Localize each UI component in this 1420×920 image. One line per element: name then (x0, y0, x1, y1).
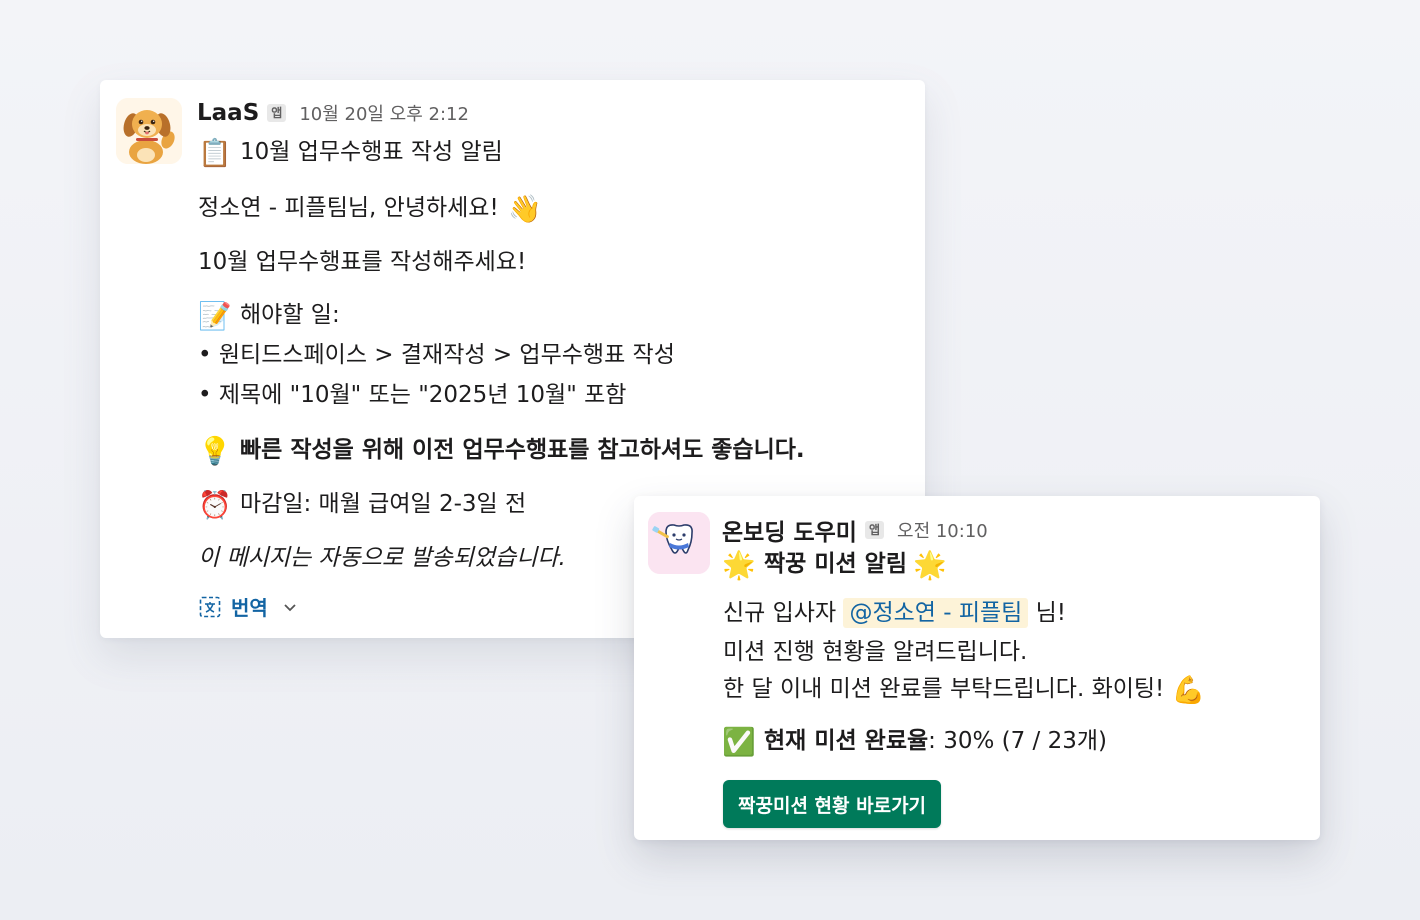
request-line: 한 달 이내 미션 완료를 부탁드립니다. 화이팅! 💪 (723, 674, 1206, 706)
check-mark-icon: ✅ (722, 727, 756, 758)
laas-avatar[interactable] (116, 98, 182, 164)
deadline-line: ⏰ 마감일: 매월 급여일 2-3일 전 (198, 489, 526, 521)
message-timestamp[interactable]: 10월 20일 오후 2:12 (299, 100, 469, 126)
message-title: 📋 10월 업무수행표 작성 알림 (198, 137, 503, 169)
greeting-text: 정소연 - 피플팀님, 안녕하세요! (198, 195, 499, 221)
message-card-onboarding: 온보딩 도우미 앱 오전 10:10 🌟 짝꿍 미션 알림 🌟 신규 입사자 @정소… (634, 496, 1320, 840)
tip-line: 💡 빠른 작성을 위해 이전 업무수행표를 참고하셔도 좋습니다. (198, 435, 805, 467)
greeting-line: 정소연 - 피플팀님, 안녕하세요! 👋 (198, 193, 542, 225)
auto-sent-note: 이 메시지는 자동으로 발송되었습니다. (198, 545, 566, 571)
sender-name[interactable]: 온보딩 도우미 (722, 513, 857, 547)
intro-prefix: 신규 입사자 (723, 600, 837, 626)
user-mention[interactable]: @정소연 - 피플팀 (843, 598, 1029, 628)
tooth-mascot-icon (648, 512, 710, 574)
alarm-clock-icon: ⏰ (198, 490, 232, 521)
memo-icon: 📝 (198, 301, 232, 332)
title-text: 짝꿍 미션 알림 (764, 551, 907, 577)
translate-label: 번역 (231, 596, 268, 620)
star-icon: 🌟 (913, 550, 947, 581)
status-value: : 30% (7 / 23개) (928, 728, 1108, 754)
clipboard-icon: 📋 (198, 138, 232, 169)
todo-label-line: 📝 해야할 일: (198, 300, 340, 332)
deadline-text: 마감일: 매월 급여일 2-3일 전 (240, 491, 527, 517)
request-text: 한 달 이내 미션 완료를 부탁드립니다. 화이팅! (723, 676, 1165, 702)
app-badge: 앱 (267, 104, 287, 122)
request-line: 10월 업무수행표를 작성해주세요! (198, 249, 527, 275)
status-label: 현재 미션 완료율 (764, 728, 929, 754)
mission-status-button[interactable]: 짝꿍미션 현황 바로가기 (723, 780, 942, 828)
translate-icon (199, 596, 221, 617)
message-header: 온보딩 도우미 앱 오전 10:10 (722, 513, 988, 547)
todo-label: 해야할 일: (240, 302, 340, 328)
waving-hand-icon: 👋 (508, 194, 542, 225)
message-header: LaaS 앱 10월 20일 오후 2:12 (197, 100, 469, 126)
flexed-biceps-icon: 💪 (1171, 675, 1206, 706)
light-bulb-icon: 💡 (198, 436, 232, 467)
intro-line: 신규 입사자 @정소연 - 피플팀 님! (723, 598, 1066, 628)
status-line: ✅ 현재 미션 완료율: 30% (7 / 23개) (722, 726, 1107, 758)
intro-suffix: 님! (1035, 600, 1067, 626)
todo-bullet-2: • 제목에 "10월" 또는 "2025년 10월" 포함 (198, 382, 627, 408)
translate-button[interactable]: 번역 (198, 592, 298, 621)
todo-bullet-1: • 원티드스페이스 > 결재작성 > 업무수행표 작성 (198, 342, 675, 368)
progress-notice-line: 미션 진행 현황을 알려드립니다. (723, 639, 1028, 665)
app-badge: 앱 (864, 521, 885, 539)
message-title: 🌟 짝꿍 미션 알림 🌟 (722, 549, 947, 581)
star-icon: 🌟 (722, 550, 756, 581)
title-text: 10월 업무수행표 작성 알림 (240, 139, 503, 165)
onboarding-avatar[interactable] (648, 512, 710, 574)
message-timestamp[interactable]: 오전 10:10 (897, 517, 988, 543)
dog-mascot-icon (116, 98, 182, 164)
tip-text: 빠른 작성을 위해 이전 업무수행표를 참고하셔도 좋습니다. (240, 437, 805, 463)
sender-name[interactable]: LaaS (197, 100, 259, 126)
chevron-down-icon[interactable] (282, 599, 298, 615)
